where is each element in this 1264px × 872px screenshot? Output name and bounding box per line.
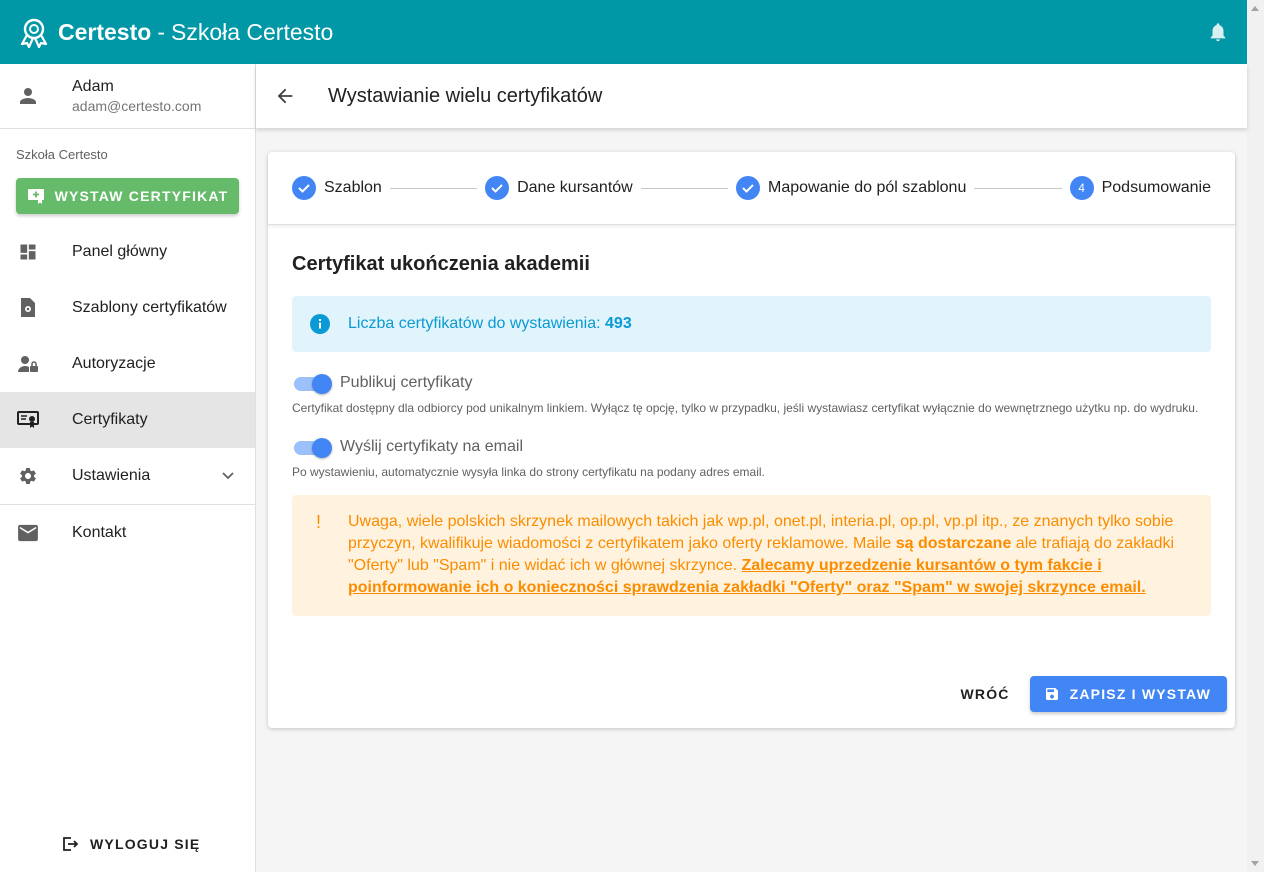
- step-number: 4: [1069, 176, 1094, 200]
- school-label: Szkoła Certesto: [16, 147, 108, 162]
- step-connector: [974, 187, 1062, 189]
- email-hint: Po wystawieniu, automatycznie wysyła lin…: [292, 465, 765, 479]
- step-connector: [640, 187, 728, 189]
- sidebar-item-settings[interactable]: Ustawienia: [0, 448, 255, 504]
- issue-certificate-label: WYSTAW CERTYFIKAT: [54, 188, 229, 204]
- sidebar: Adam adam@certesto.com Szkoła Certesto W…: [0, 64, 256, 872]
- sidebar-item-label: Certyfikaty: [72, 411, 148, 428]
- page-title: Wystawianie wielu certyfikatów: [328, 84, 603, 107]
- publish-hint: Certyfikat dostępny dla odbiorcy pod uni…: [292, 401, 1199, 415]
- save-and-issue-label: ZAPISZ I WYSTAW: [1069, 686, 1211, 702]
- step-connector: [389, 187, 478, 189]
- sidebar-item-dashboard[interactable]: Panel główny: [0, 224, 255, 280]
- email-toggle-row: Wyślij certyfikaty na email: [292, 437, 1211, 458]
- user-name: Adam: [72, 78, 114, 95]
- certesto-logo-icon: [20, 18, 48, 48]
- publish-toggle-row: Publikuj certyfikaty: [292, 373, 1211, 394]
- step-label: Szablon: [324, 179, 382, 196]
- step-label: Podsumowanie: [1101, 179, 1212, 196]
- page-header: Wystawianie wielu certyfikatów: [256, 64, 1247, 128]
- bell-icon[interactable]: [1207, 20, 1229, 44]
- step-template[interactable]: Szablon: [292, 176, 382, 200]
- dashboard-icon: [20, 244, 36, 260]
- gear-icon: [20, 468, 36, 484]
- sidebar-item-label: Autoryzacje: [72, 355, 156, 372]
- step-students-data[interactable]: Dane kursantów: [485, 176, 633, 200]
- logout-icon: [63, 837, 78, 851]
- warning-bold-text: są dostarczane: [895, 535, 1012, 552]
- step-field-mapping[interactable]: Mapowanie do pól szablonu: [735, 176, 967, 200]
- user-email: adam@certesto.com: [72, 98, 202, 114]
- info-count: 493: [605, 315, 632, 332]
- sidebar-item-label: Szablony certyfikatów: [72, 299, 227, 316]
- sidebar-item-certificates[interactable]: Certyfikaty: [0, 392, 255, 448]
- warning-alert: ! Uwaga, wiele polskich skrzynek mailowy…: [292, 495, 1211, 616]
- user-profile[interactable]: Adam adam@certesto.com: [0, 64, 255, 129]
- scroll-up-arrow-icon[interactable]: [1251, 6, 1259, 11]
- stepper: Szablon Dane kursantów Mapowanie do pól …: [268, 152, 1235, 225]
- save-and-issue-button[interactable]: ZAPISZ I WYSTAW: [1029, 676, 1227, 712]
- step-label: Mapowanie do pól szablonu: [767, 179, 967, 196]
- step-label: Dane kursantów: [517, 179, 633, 196]
- warning-icon: !: [316, 512, 322, 532]
- save-icon: [1045, 688, 1058, 700]
- summary-content: Certyfikat ukończenia akademii Liczba ce…: [268, 253, 1235, 616]
- info-icon: [310, 314, 330, 334]
- sidebar-item-authorizations[interactable]: Autoryzacje: [0, 336, 255, 392]
- issue-certificate-button[interactable]: WYSTAW CERTYFIKAT: [16, 178, 239, 214]
- check-icon: [491, 184, 503, 193]
- logout-button[interactable]: WYLOGUJ SIĘ: [62, 836, 200, 852]
- school-name: Szkoła Certesto: [170, 18, 334, 45]
- user-lock-icon: [18, 356, 38, 372]
- person-icon: [20, 88, 36, 104]
- add-certificate-icon: [27, 189, 44, 204]
- template-icon: [21, 298, 35, 317]
- vertical-scrollbar[interactable]: [1247, 0, 1264, 872]
- sidebar-item-label: Kontakt: [72, 524, 127, 541]
- card-actions: WRÓĆ ZAPISZ I WYSTAW: [940, 676, 1227, 712]
- summary-card: Szablon Dane kursantów Mapowanie do pól …: [268, 152, 1235, 728]
- publish-label: Publikuj certyfikaty: [340, 374, 473, 391]
- sidebar-item-contact[interactable]: Kontakt: [0, 505, 255, 561]
- sidebar-item-label: Panel główny: [72, 243, 168, 260]
- check-icon: [298, 184, 310, 193]
- certificate-title: Certyfikat ukończenia akademii: [292, 253, 590, 275]
- back-button[interactable]: WRÓĆ: [940, 686, 1029, 702]
- brand-separator: -: [157, 18, 165, 45]
- app-bar: Certesto - Szkoła Certesto: [0, 0, 1247, 64]
- check-icon: [742, 184, 754, 193]
- logout-label: WYLOGUJ SIĘ: [90, 836, 201, 852]
- info-alert: Liczba certyfikatów do wystawienia: 493: [292, 296, 1211, 352]
- mail-icon: [18, 524, 38, 542]
- scroll-down-arrow-icon[interactable]: [1251, 861, 1259, 866]
- brand-name[interactable]: Certesto: [58, 19, 151, 46]
- sidebar-nav: Panel główny Szablony certyfikatów Autor…: [0, 224, 255, 561]
- chevron-down-icon[interactable]: [221, 468, 235, 482]
- info-text: Liczba certyfikatów do wystawienia:: [348, 315, 601, 332]
- email-toggle[interactable]: [294, 437, 334, 458]
- sidebar-item-templates[interactable]: Szablony certyfikatów: [0, 280, 255, 336]
- email-label: Wyślij certyfikaty na email: [340, 438, 524, 455]
- arrow-left-icon[interactable]: [274, 85, 296, 107]
- sidebar-item-label: Ustawienia: [72, 467, 151, 484]
- step-summary[interactable]: 4 Podsumowanie: [1069, 176, 1212, 200]
- publish-toggle[interactable]: [294, 373, 334, 394]
- certificate-icon: [17, 411, 39, 428]
